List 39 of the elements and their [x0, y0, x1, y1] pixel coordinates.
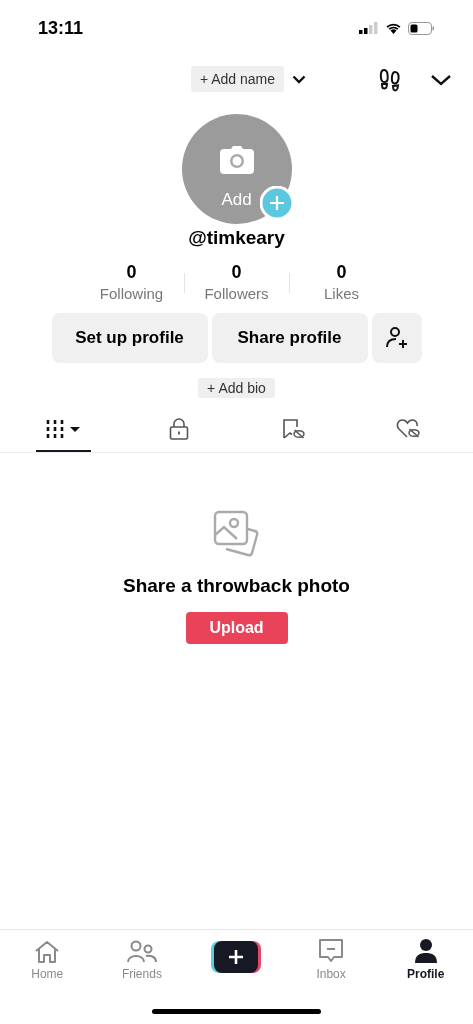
battery-icon: [408, 21, 435, 35]
stat-label[interactable]: Likes: [324, 282, 359, 305]
plus-badge-icon[interactable]: [259, 186, 294, 220]
stat-label[interactable]: Following: [99, 282, 164, 305]
signal-icon: [359, 22, 379, 34]
bookmark-hidden-icon: [282, 417, 307, 440]
inbox-icon: [318, 938, 345, 964]
heart-hidden-icon: [396, 417, 423, 440]
grid-dropdown-icon: [44, 418, 83, 439]
stat-value: 0: [231, 260, 242, 283]
empty-state-title: Share a throwback photo: [123, 573, 350, 598]
status-time: 13:11: [38, 16, 84, 40]
lock-icon: [168, 417, 189, 440]
stat-value: 0: [126, 260, 137, 283]
avatar-label: Add: [221, 189, 252, 211]
footprints-icon[interactable]: [379, 68, 401, 92]
add-name-button[interactable]: + Add name: [190, 66, 285, 92]
nav-tab[interactable]: Inbox: [283, 936, 379, 989]
stat-value: 0: [336, 260, 347, 283]
stat-label[interactable]: Followers: [204, 282, 269, 305]
chevron-down-icon[interactable]: [430, 74, 452, 86]
profile-button[interactable]: Share profile: [211, 312, 368, 363]
profile-button[interactable]: Set up profile: [51, 312, 208, 363]
nav-tab[interactable]: Home: [0, 936, 95, 989]
plus-icon: [228, 949, 245, 965]
nav-tab[interactable]: Friends: [94, 936, 190, 989]
add-bio-button[interactable]: + Add bio: [198, 377, 275, 398]
home-icon: [34, 940, 61, 964]
create-button[interactable]: [211, 941, 262, 973]
username: @timkeary: [188, 226, 285, 250]
add-friend-button[interactable]: [371, 312, 422, 363]
upload-button[interactable]: Upload: [185, 612, 288, 644]
nav-tab[interactable]: Profile: [378, 936, 473, 989]
camera-icon: [219, 146, 254, 174]
chevron-down-icon[interactable]: [292, 74, 307, 84]
wifi-icon: [385, 22, 402, 34]
add-person-icon: [384, 325, 409, 350]
person-icon: [413, 938, 438, 964]
friends-icon: [126, 940, 157, 964]
